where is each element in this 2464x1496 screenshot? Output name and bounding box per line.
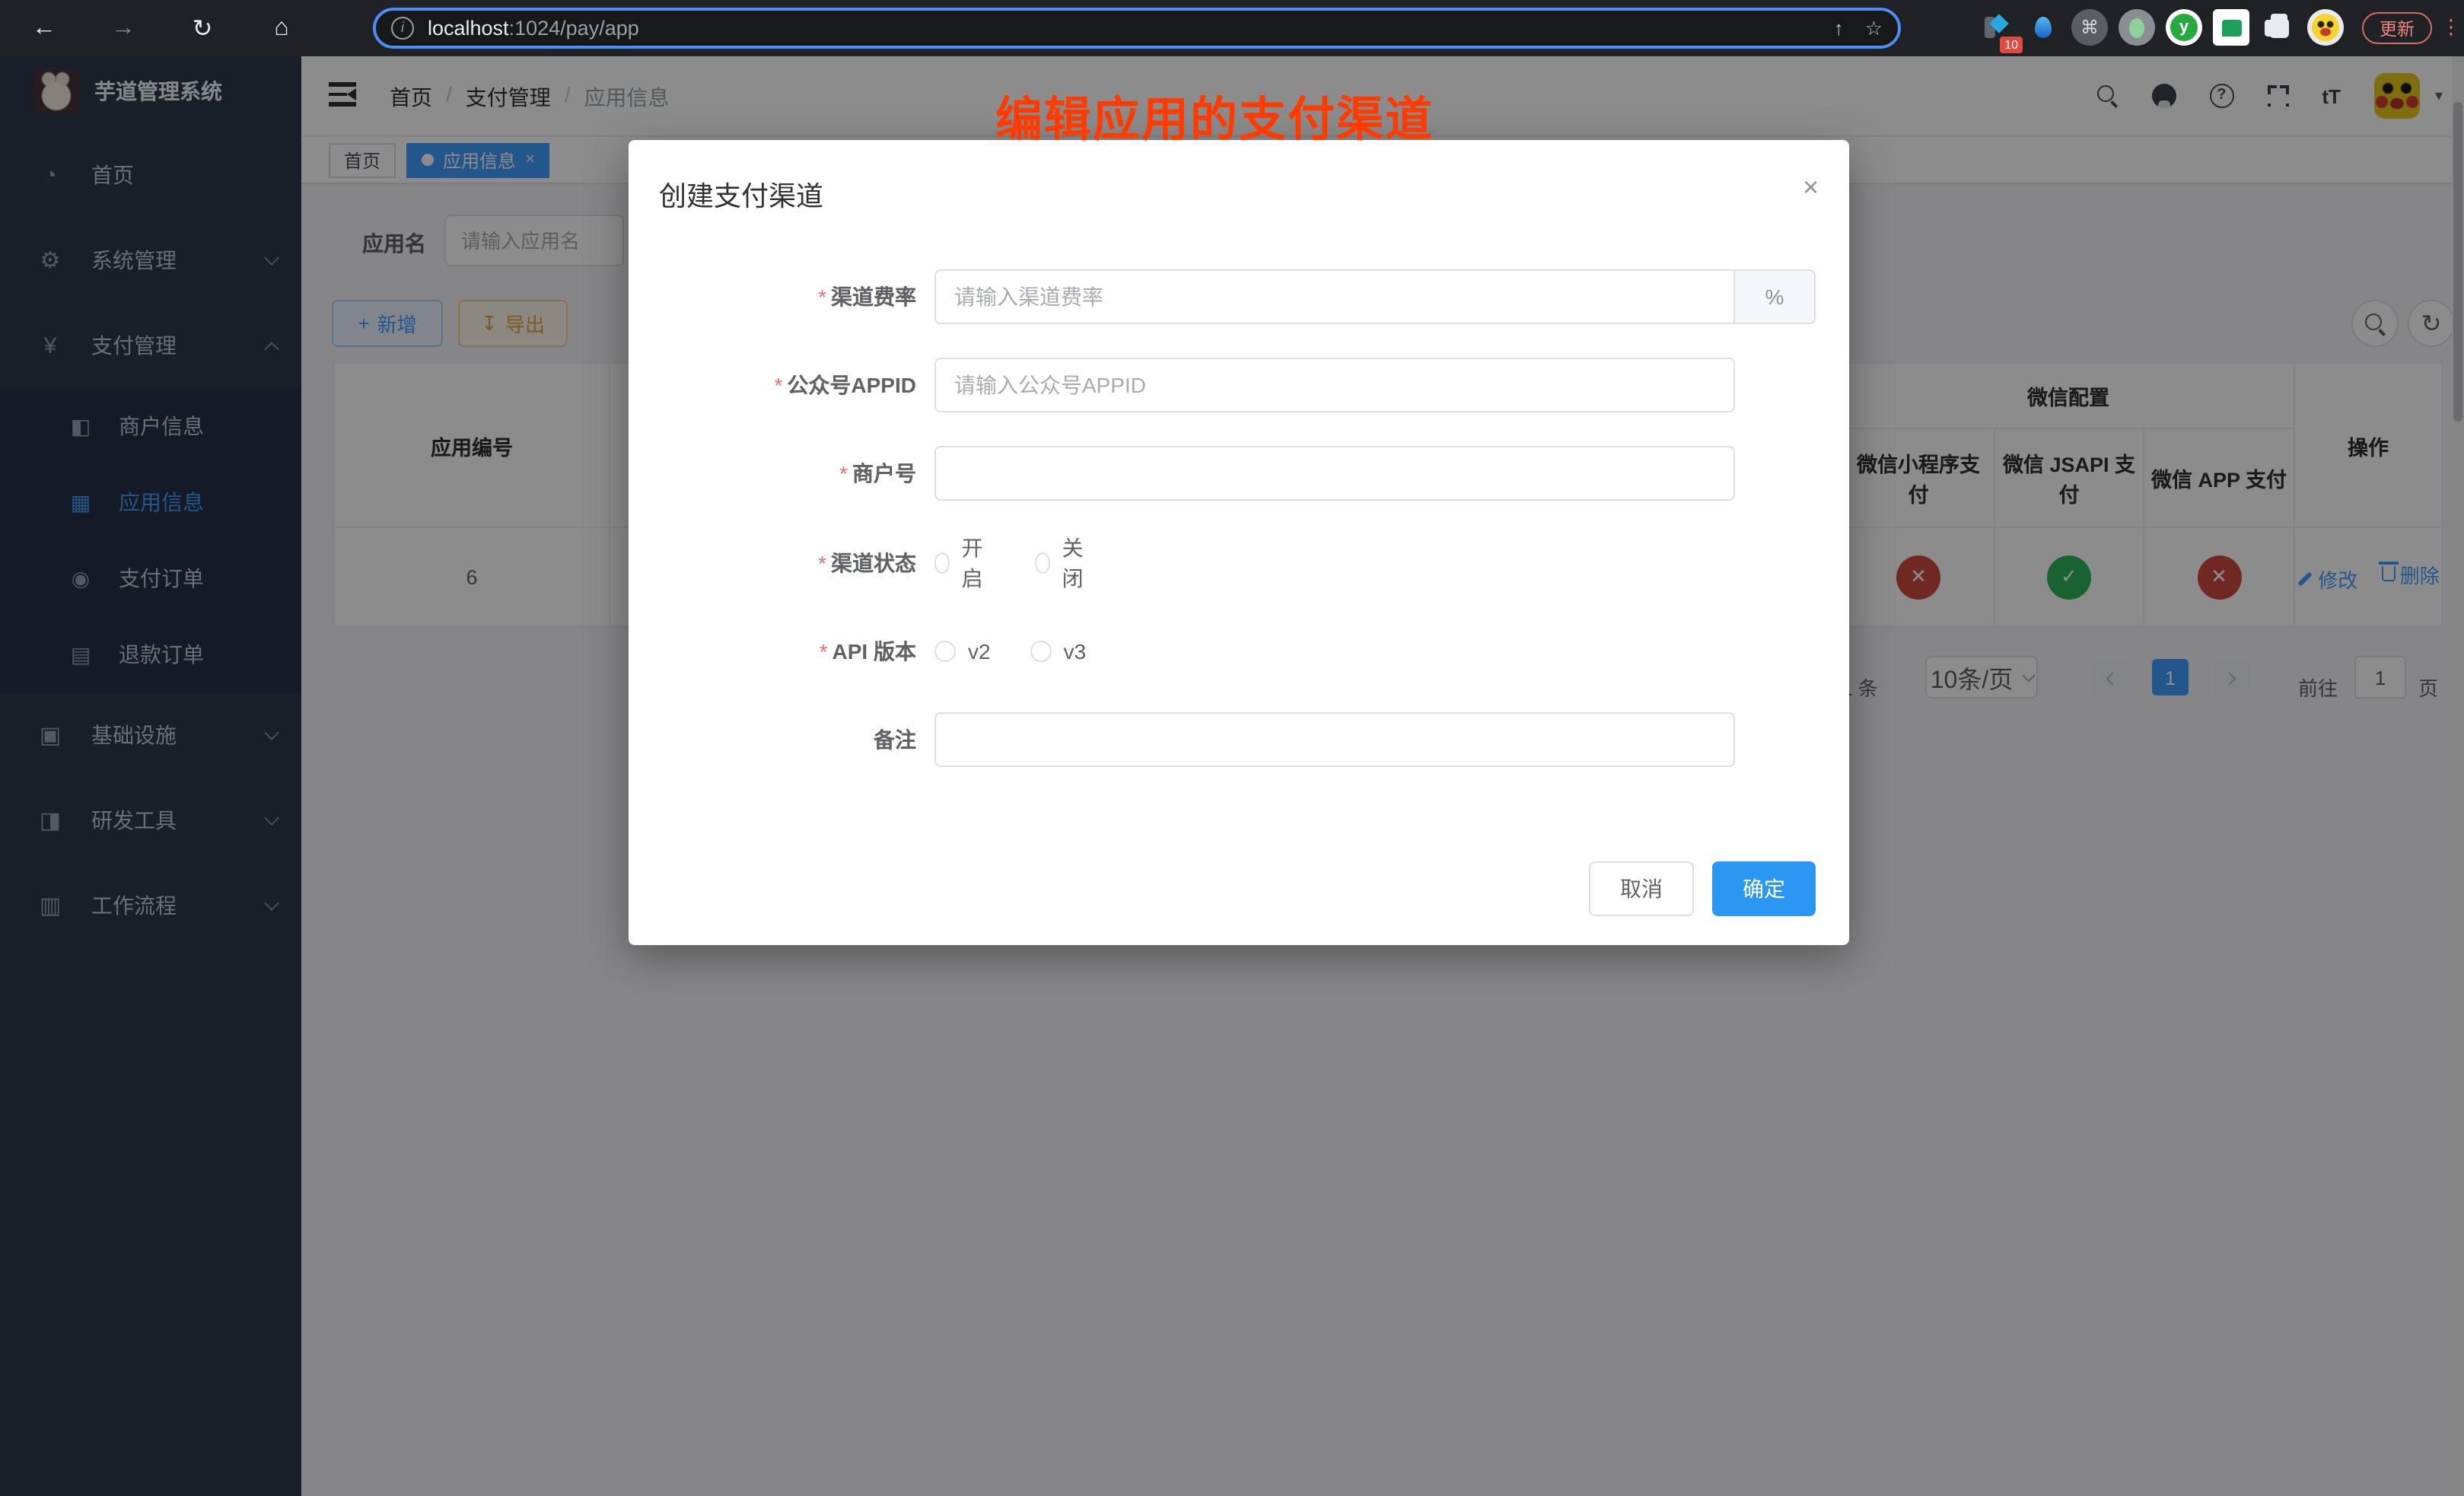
browser-home-icon[interactable]: ⌂ xyxy=(259,14,304,42)
radio-label: v3 xyxy=(1064,639,1087,664)
merchant-id-label: *商户号 xyxy=(629,458,916,489)
annotation-text: 编辑应用的支付渠道 xyxy=(995,81,1434,149)
url-path: :1024/pay/app xyxy=(509,17,639,40)
required-asterisk: * xyxy=(818,551,826,575)
browser-forward-icon[interactable]: → xyxy=(100,14,146,42)
status-closed-radio[interactable]: 关闭 xyxy=(1035,533,1090,594)
appid-input[interactable] xyxy=(934,358,1735,412)
required-asterisk: * xyxy=(818,285,826,309)
url-host: localhost xyxy=(428,17,509,40)
required-asterisk: * xyxy=(775,373,783,397)
remark-input[interactable] xyxy=(934,712,1735,767)
screen: ← → ↻ ⌂ i localhost:1024/pay/app ↑ ☆ 10 … xyxy=(0,0,2464,1496)
percent-suffix: % xyxy=(1735,269,1816,324)
radio-label: 开启 xyxy=(962,533,989,594)
profile-avatar-icon[interactable] xyxy=(2307,9,2344,46)
browser-chrome: ← → ↻ ⌂ i localhost:1024/pay/app ↑ ☆ 10 … xyxy=(0,0,2464,56)
status-open-radio[interactable]: 开启 xyxy=(934,533,989,594)
radio-circle-icon xyxy=(934,641,956,662)
extension-icon-5[interactable]: y xyxy=(2166,9,2202,46)
required-asterisk: * xyxy=(820,639,828,664)
field-label-text: 备注 xyxy=(874,727,916,752)
browser-menu-icon[interactable]: ⋮ xyxy=(2441,15,2461,40)
url-text: localhost:1024/pay/app xyxy=(428,17,639,40)
app-window: 芋道管理系统 ◔ 首页 ⚙ 系统管理 ¥ 支付管理 xyxy=(0,56,2464,1496)
radio-label: v2 xyxy=(968,639,991,664)
browser-reload-icon[interactable]: ↻ xyxy=(180,13,225,43)
field-label-text: 公众号APPID xyxy=(787,373,916,397)
cancel-button[interactable]: 取消 xyxy=(1589,861,1694,916)
browser-update-button[interactable]: 更新 xyxy=(2362,12,2432,44)
create-payment-channel-dialog: 创建支付渠道 × *渠道费率 % *公众号APPID *商户号 *渠道状态 开启… xyxy=(629,140,1849,945)
appid-label: *公众号APPID xyxy=(629,370,916,400)
remark-label: 备注 xyxy=(629,724,916,755)
extension-badge: 10 xyxy=(2000,37,2023,53)
extensions-puzzle-icon[interactable] xyxy=(2260,9,2297,46)
site-info-icon[interactable]: i xyxy=(391,17,414,40)
channel-status-label: *渠道状态 xyxy=(629,548,916,578)
extension-icon-2[interactable] xyxy=(2024,9,2061,46)
api-v3-radio[interactable]: v3 xyxy=(1030,639,1087,664)
confirm-button[interactable]: 确定 xyxy=(1712,861,1816,916)
fee-rate-label: *渠道费率 xyxy=(629,282,916,312)
api-v2-radio[interactable]: v2 xyxy=(934,639,991,664)
field-label-text: 商户号 xyxy=(852,461,916,485)
field-label-text: 渠道费率 xyxy=(831,285,916,309)
radio-label: 关闭 xyxy=(1062,533,1090,594)
radio-circle-icon xyxy=(934,552,950,574)
radio-circle-icon xyxy=(1030,641,1052,662)
browser-back-icon[interactable]: ← xyxy=(21,14,67,42)
extension-icon-3[interactable]: ⌘ xyxy=(2071,9,2108,46)
extension-icon-4[interactable] xyxy=(2119,9,2155,46)
required-asterisk: * xyxy=(839,461,848,485)
dialog-title: 创建支付渠道 xyxy=(659,175,823,215)
merchant-id-input[interactable] xyxy=(934,446,1735,501)
api-version-label: *API 版本 xyxy=(629,636,916,667)
bookmark-star-icon[interactable]: ☆ xyxy=(1865,16,1883,40)
close-icon[interactable]: × xyxy=(1803,173,1819,201)
field-label-text: API 版本 xyxy=(832,639,916,664)
field-label-text: 渠道状态 xyxy=(831,551,916,575)
extension-icon-6[interactable] xyxy=(2213,9,2249,46)
radio-circle-icon xyxy=(1035,552,1050,574)
fee-rate-input[interactable] xyxy=(934,269,1735,324)
extension-icon-1[interactable]: 10 xyxy=(1977,9,2014,46)
address-bar[interactable]: i localhost:1024/pay/app ↑ ☆ xyxy=(373,8,1901,49)
share-icon[interactable]: ↑ xyxy=(1834,17,1844,40)
